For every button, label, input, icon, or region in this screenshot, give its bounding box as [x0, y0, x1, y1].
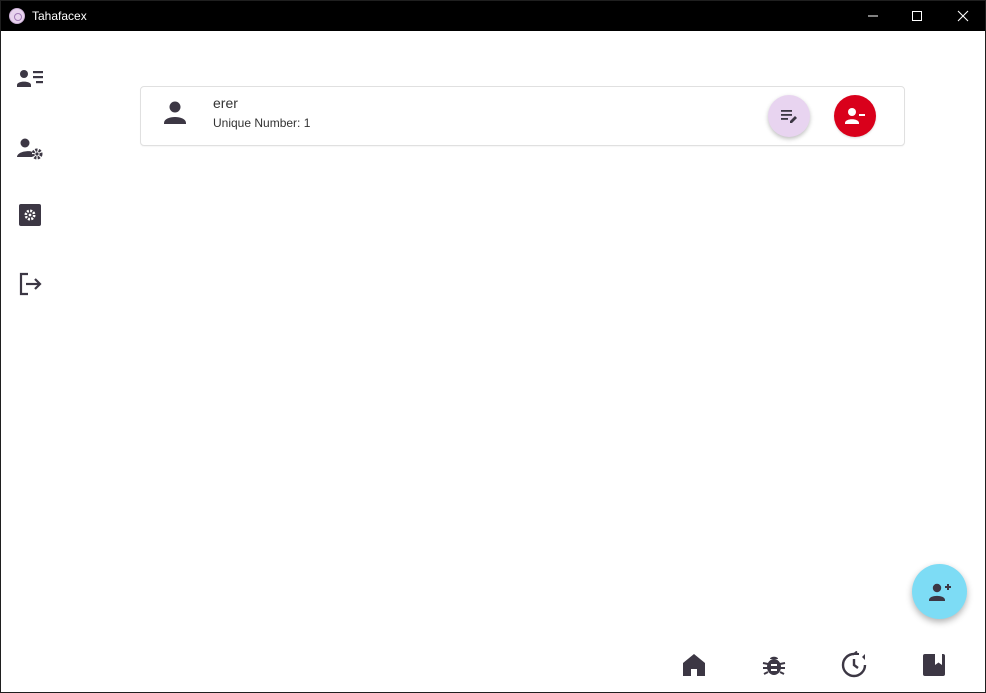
- contact-list-icon: [17, 70, 43, 87]
- settings-box-icon: [19, 204, 41, 226]
- home-icon: [683, 654, 705, 676]
- record-unique-number: Unique Number: 1: [213, 116, 311, 130]
- bottom-nav-home[interactable]: [678, 649, 710, 681]
- sidebar-item-settings[interactable]: [13, 198, 47, 232]
- user-gear-icon: [17, 138, 43, 160]
- window-title: Tahafacex: [32, 9, 87, 23]
- record-name: erer: [213, 95, 238, 111]
- minimize-icon: [868, 15, 878, 17]
- edit-record-button[interactable]: [768, 95, 810, 137]
- record-card: erer Unique Number: 1: [140, 86, 905, 146]
- bottom-nav-bug[interactable]: [758, 649, 790, 681]
- maximize-icon: [912, 11, 922, 21]
- bug-icon: [762, 656, 786, 675]
- remove-record-button[interactable]: [834, 95, 876, 137]
- person-remove-icon: [845, 108, 865, 124]
- add-person-button[interactable]: [912, 564, 967, 619]
- person-add-icon: [928, 583, 951, 601]
- close-icon: [957, 10, 969, 22]
- bottom-nav-history[interactable]: [838, 649, 870, 681]
- sidebar-item-contacts-list[interactable]: [13, 61, 47, 95]
- close-button[interactable]: [940, 1, 985, 31]
- edit-note-icon: [781, 110, 797, 123]
- person-icon: [164, 101, 186, 124]
- app-logo-icon: [9, 8, 25, 24]
- maximize-button[interactable]: [894, 1, 940, 31]
- title-bar[interactable]: Tahafacex: [1, 1, 985, 31]
- bookmark-icon: [923, 654, 945, 676]
- history-icon: [841, 651, 867, 678]
- bottom-nav-bookmark[interactable]: [918, 649, 950, 681]
- sidebar-item-logout[interactable]: [13, 267, 47, 301]
- minimize-button[interactable]: [850, 1, 896, 31]
- sidebar-item-user-settings[interactable]: [13, 131, 47, 165]
- logout-icon: [19, 272, 42, 296]
- app-window: Tahafacex erer Unique Number: 1: [0, 0, 986, 693]
